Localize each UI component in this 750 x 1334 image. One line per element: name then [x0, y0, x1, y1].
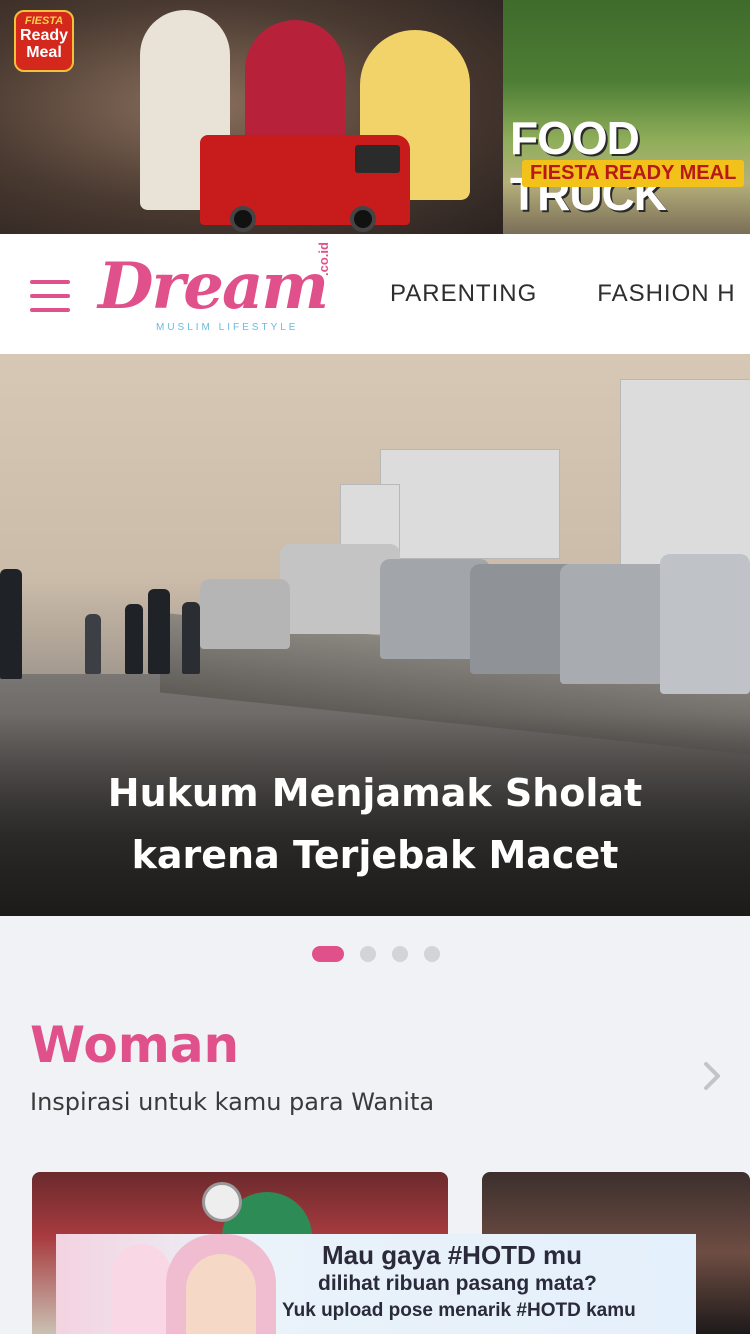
logo-wordmark: Dream: [98, 249, 329, 324]
menu-icon[interactable]: [30, 280, 70, 312]
ad-line-1: Mau gaya #HOTD mu: [322, 1240, 583, 1270]
logo-suffix: .co.id: [316, 242, 331, 276]
hero-car: [200, 579, 290, 649]
ad-badge-line2: Meal: [26, 44, 62, 61]
nav-item-fashion[interactable]: FASHION H: [597, 280, 735, 308]
truck-wheel: [230, 206, 256, 232]
ad-model-image: [111, 1244, 171, 1334]
chevron-right-icon[interactable]: [700, 1060, 724, 1092]
ad-brand-small: FIESTA: [24, 15, 64, 27]
truck-window: [355, 145, 400, 173]
hero-person: [85, 614, 101, 674]
section-title: Woman: [30, 1016, 240, 1074]
hero-person: [182, 602, 200, 674]
hero-truck: [380, 449, 560, 559]
hero-slide[interactable]: Hukum Menjamak Sholat karena Terjebak Ma…: [0, 354, 750, 916]
site-logo[interactable]: Dream .co.id MUSLIM LIFESTYLE: [98, 242, 334, 340]
truck-wheel: [350, 206, 376, 232]
ad-line-3: Yuk upload pose menarik #HOTD kamu: [282, 1300, 636, 1321]
logo-tagline: MUSLIM LIFESTYLE: [156, 322, 299, 333]
site-header: Dream .co.id MUSLIM LIFESTYLE PARENTING …: [0, 234, 750, 354]
carousel-dot[interactable]: [360, 946, 376, 962]
section-subtitle: Inspirasi untuk kamu para Wanita: [30, 1088, 435, 1116]
carousel-indicator: [312, 946, 456, 962]
ready-meal-logo: FIESTA Ready Meal: [14, 10, 74, 72]
ad-model-face: [186, 1254, 256, 1334]
ad-badge-line1: Ready: [19, 27, 69, 44]
hero-person: [0, 569, 22, 679]
hero-person: [148, 589, 170, 674]
carousel-dot[interactable]: [392, 946, 408, 962]
category-nav: PARENTING FASHION H: [390, 234, 750, 354]
card-image-ball: [202, 1182, 242, 1222]
bottom-ad-banner[interactable]: Mau gaya #HOTD mu dilihat ribuan pasang …: [56, 1234, 696, 1334]
carousel-dot[interactable]: [424, 946, 440, 962]
hero-truck: [620, 379, 750, 579]
hero-title[interactable]: Hukum Menjamak Sholat karena Terjebak Ma…: [30, 762, 720, 886]
ad-subline: FIESTA READY MEAL: [522, 160, 745, 187]
ad-line-2: dilihat ribuan pasang mata?: [318, 1272, 597, 1295]
top-ad-banner[interactable]: FIESTA Ready Meal FOOD TRUCK FIESTA READ…: [0, 0, 750, 234]
hero-person: [125, 604, 143, 674]
carousel-dot-active[interactable]: [312, 946, 344, 962]
nav-item-parenting[interactable]: PARENTING: [390, 280, 537, 308]
hero-car: [660, 554, 750, 694]
